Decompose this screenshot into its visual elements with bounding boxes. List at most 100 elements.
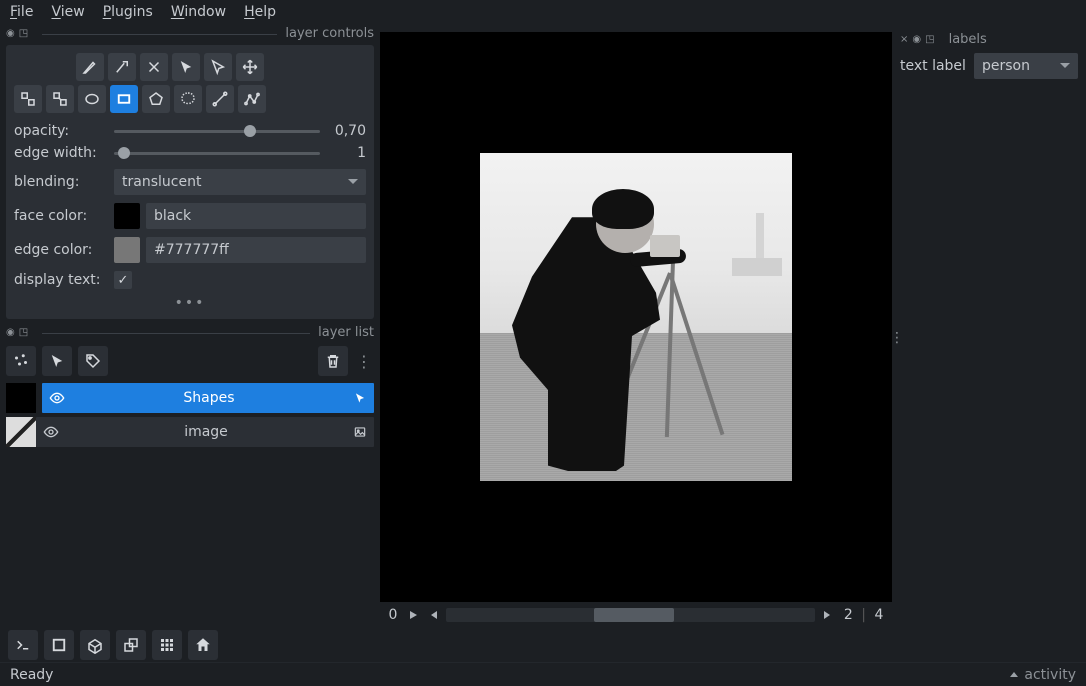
new-shapes-button[interactable] bbox=[42, 346, 72, 376]
tool-shape-link[interactable] bbox=[14, 85, 42, 113]
opacity-label: opacity: bbox=[14, 123, 104, 139]
edge-color-label: edge color: bbox=[14, 242, 104, 258]
timeline-bar: 0 2 | 4 bbox=[380, 602, 892, 628]
tool-shape-unlink[interactable] bbox=[46, 85, 74, 113]
console-button[interactable] bbox=[8, 630, 38, 660]
tool-polygon[interactable] bbox=[142, 85, 170, 113]
layer-name: Shapes bbox=[72, 390, 346, 406]
tool-pan-zoom[interactable] bbox=[76, 53, 104, 81]
grid-button[interactable] bbox=[152, 630, 182, 660]
more-options-icon[interactable]: ••• bbox=[14, 295, 366, 311]
viewer-menu-icon[interactable]: ⋮ bbox=[890, 330, 904, 346]
frame-max: 4 bbox=[872, 607, 886, 623]
layer-list-label: layer list bbox=[318, 325, 374, 340]
close-panel-icon[interactable]: × bbox=[900, 34, 908, 45]
center-panel: ⋮ 0 2 | 4 bbox=[380, 32, 892, 628]
blending-label: blending: bbox=[14, 174, 104, 190]
text-label-select[interactable]: person bbox=[974, 53, 1078, 79]
frame-end: 2 bbox=[841, 607, 855, 623]
tool-ellipse[interactable] bbox=[78, 85, 106, 113]
layer-row-image[interactable]: image bbox=[6, 416, 374, 448]
main-area: ◉ ◳ layer controls bbox=[0, 26, 1086, 628]
edge-width-label: edge width: bbox=[14, 145, 104, 161]
layer-rows: Shapes image bbox=[6, 382, 374, 450]
tool-transform[interactable] bbox=[108, 53, 136, 81]
tool-select-outline[interactable] bbox=[204, 53, 232, 81]
left-panel: ◉ ◳ layer controls bbox=[0, 26, 380, 628]
layer-name: image bbox=[66, 424, 346, 440]
ndisplay-button[interactable] bbox=[44, 630, 74, 660]
eye-toggle-icon[interactable]: ◉ bbox=[6, 327, 15, 338]
labels-panel-title: × ◉ ◳ labels bbox=[900, 32, 1078, 47]
tool-select-solid[interactable] bbox=[172, 53, 200, 81]
layer-thumbnail bbox=[6, 417, 36, 447]
layer-controls-title: ◉ ◳ layer controls bbox=[6, 26, 374, 41]
delete-layer-button[interactable] bbox=[318, 346, 348, 376]
home-button[interactable] bbox=[188, 630, 218, 660]
text-label-caption: text label bbox=[900, 58, 966, 74]
menu-view[interactable]: View bbox=[51, 4, 84, 20]
menu-help[interactable]: Help bbox=[244, 4, 276, 20]
layer-thumbnail bbox=[6, 383, 36, 413]
roll-button[interactable] bbox=[80, 630, 110, 660]
face-color-swatch[interactable] bbox=[114, 203, 140, 229]
app-root: File View Plugins Window Help ◉ ◳ layer … bbox=[0, 0, 1086, 686]
popout-icon[interactable]: ◳ bbox=[19, 327, 28, 338]
tool-lasso[interactable] bbox=[174, 85, 202, 113]
layer-list-menu-icon[interactable]: ⋮ bbox=[354, 352, 374, 371]
step-back-button[interactable] bbox=[426, 608, 440, 622]
frame-start: 0 bbox=[386, 607, 400, 623]
tool-path[interactable] bbox=[238, 85, 266, 113]
layer-controls-label: layer controls bbox=[285, 26, 374, 41]
layer-row-shapes[interactable]: Shapes bbox=[6, 382, 374, 414]
tool-rectangle[interactable] bbox=[110, 85, 138, 113]
tool-line[interactable] bbox=[206, 85, 234, 113]
tool-row-2 bbox=[14, 85, 366, 113]
layer-type-icon bbox=[346, 391, 374, 405]
layer-controls-panel: opacity: 0,70 edge width: 1 blending: tr… bbox=[6, 45, 374, 319]
edge-width-slider[interactable] bbox=[114, 145, 320, 161]
layer-list-title: ◉ ◳ layer list bbox=[6, 325, 374, 340]
display-text-checkbox[interactable]: ✓ bbox=[114, 271, 132, 289]
new-points-button[interactable] bbox=[6, 346, 36, 376]
popout-icon[interactable]: ◳ bbox=[19, 28, 28, 39]
property-grid-2: blending: translucent face color: black … bbox=[14, 169, 366, 289]
new-labels-button[interactable] bbox=[78, 346, 108, 376]
status-bar: Ready activity bbox=[0, 662, 1086, 686]
popout-icon[interactable]: ◳ bbox=[925, 34, 934, 45]
menu-window[interactable]: Window bbox=[171, 4, 226, 20]
layer-type-icon bbox=[346, 425, 374, 439]
tool-close[interactable] bbox=[140, 53, 168, 81]
right-panel: × ◉ ◳ labels text label person bbox=[892, 26, 1086, 628]
visibility-toggle-icon[interactable] bbox=[42, 390, 72, 406]
edge-width-value: 1 bbox=[330, 145, 366, 161]
play-button[interactable] bbox=[406, 608, 420, 622]
bottom-toolbar bbox=[0, 628, 1086, 662]
eye-toggle-icon[interactable]: ◉ bbox=[912, 34, 921, 45]
blending-select[interactable]: translucent bbox=[114, 169, 366, 195]
visibility-toggle-icon[interactable] bbox=[36, 424, 66, 440]
opacity-slider[interactable] bbox=[114, 123, 320, 139]
layer-list-toolbar: ⋮ bbox=[6, 346, 374, 376]
tool-row-1 bbox=[14, 53, 366, 81]
transpose-button[interactable] bbox=[116, 630, 146, 660]
face-color-input[interactable]: black bbox=[146, 203, 366, 229]
eye-toggle-icon[interactable]: ◉ bbox=[6, 28, 15, 39]
menu-bar: File View Plugins Window Help bbox=[0, 0, 1086, 26]
canvas-viewport[interactable] bbox=[380, 32, 892, 602]
face-color-label: face color: bbox=[14, 208, 104, 224]
tool-move[interactable] bbox=[236, 53, 264, 81]
frame-slider[interactable] bbox=[446, 608, 815, 622]
activity-indicator[interactable]: activity bbox=[1010, 667, 1076, 683]
opacity-value: 0,70 bbox=[330, 123, 366, 139]
menu-plugins[interactable]: Plugins bbox=[103, 4, 153, 20]
labels-label: labels bbox=[949, 32, 987, 47]
step-forward-button[interactable] bbox=[821, 608, 835, 622]
edge-color-input[interactable]: #777777ff bbox=[146, 237, 366, 263]
display-text-label: display text: bbox=[14, 272, 104, 288]
status-text: Ready bbox=[10, 667, 53, 683]
property-grid: opacity: 0,70 edge width: 1 bbox=[14, 123, 366, 161]
image-canvas bbox=[480, 153, 792, 481]
edge-color-swatch[interactable] bbox=[114, 237, 140, 263]
menu-file[interactable]: File bbox=[10, 4, 33, 20]
